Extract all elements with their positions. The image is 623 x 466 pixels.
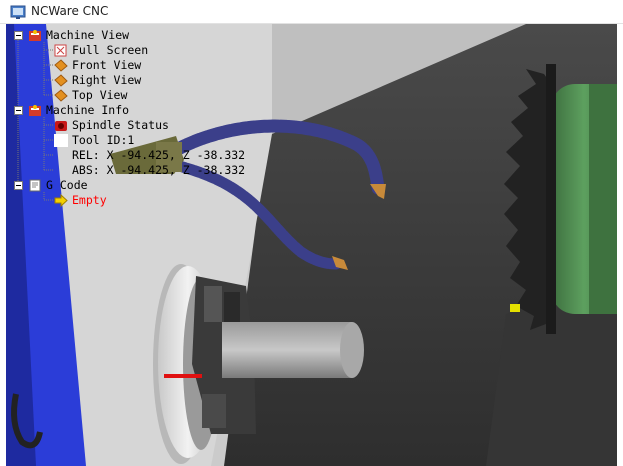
title-bar: NCWare CNC	[0, 0, 623, 24]
tree-label: Spindle Status	[72, 118, 169, 132]
tree-label: Machine Info	[46, 103, 130, 117]
tree-item-rel[interactable]: REL: X -94.425, Z -38.332	[14, 148, 254, 163]
document-icon	[29, 179, 41, 192]
red-book-icon	[29, 30, 41, 41]
tree-node-machine-info[interactable]: Machine Info	[14, 103, 164, 118]
tree-item-full-screen[interactable]: Full Screen	[14, 43, 164, 58]
view-tag-icon	[54, 59, 68, 72]
tree-node-g-code[interactable]: G Code	[14, 178, 164, 193]
program-name: Empty	[72, 193, 107, 207]
tree-item-spindle-status[interactable]: Spindle Status	[14, 118, 184, 133]
window-title: NCWare CNC	[31, 4, 109, 18]
tree-label: Tool ID:1	[72, 133, 135, 147]
tree-label: G Code	[46, 178, 88, 192]
tree-label: Machine View	[46, 28, 130, 42]
view-tag-icon	[54, 89, 68, 102]
tree-item-right-view[interactable]: Right View	[14, 73, 164, 88]
tool-swatch-icon	[54, 134, 68, 147]
tree-label: Front View	[72, 58, 142, 72]
tree-item-tool-id[interactable]: Tool ID:1	[14, 133, 164, 148]
app-icon	[10, 5, 26, 19]
tree-item-abs[interactable]: ABS: X -94.425, Z -38.332	[14, 163, 254, 178]
red-book-icon	[29, 105, 41, 116]
collapse-icon[interactable]	[14, 181, 23, 190]
tree-item-front-view[interactable]: Front View	[14, 58, 164, 73]
collapse-icon[interactable]	[14, 106, 23, 115]
tree-item-program[interactable]: Empty	[14, 193, 164, 208]
full-screen-icon	[54, 44, 67, 57]
rel-position: REL: X -94.425, Z -38.332	[72, 148, 246, 162]
abs-position: ABS: X -94.425, Z -38.332	[72, 163, 246, 177]
machine-3d-view[interactable]: Machine View Full Screen Front View Righ…	[6, 24, 617, 466]
arrow-right-icon	[54, 194, 68, 207]
tree-label: Right View	[72, 73, 142, 87]
collapse-icon[interactable]	[14, 31, 23, 40]
tree-item-top-view[interactable]: Top View	[14, 88, 164, 103]
tree-node-machine-view[interactable]: Machine View	[14, 28, 164, 43]
tree-label: Top View	[72, 88, 128, 102]
tree-label: Full Screen	[72, 43, 149, 57]
view-tag-icon	[54, 74, 68, 87]
spindle-icon	[55, 121, 67, 131]
